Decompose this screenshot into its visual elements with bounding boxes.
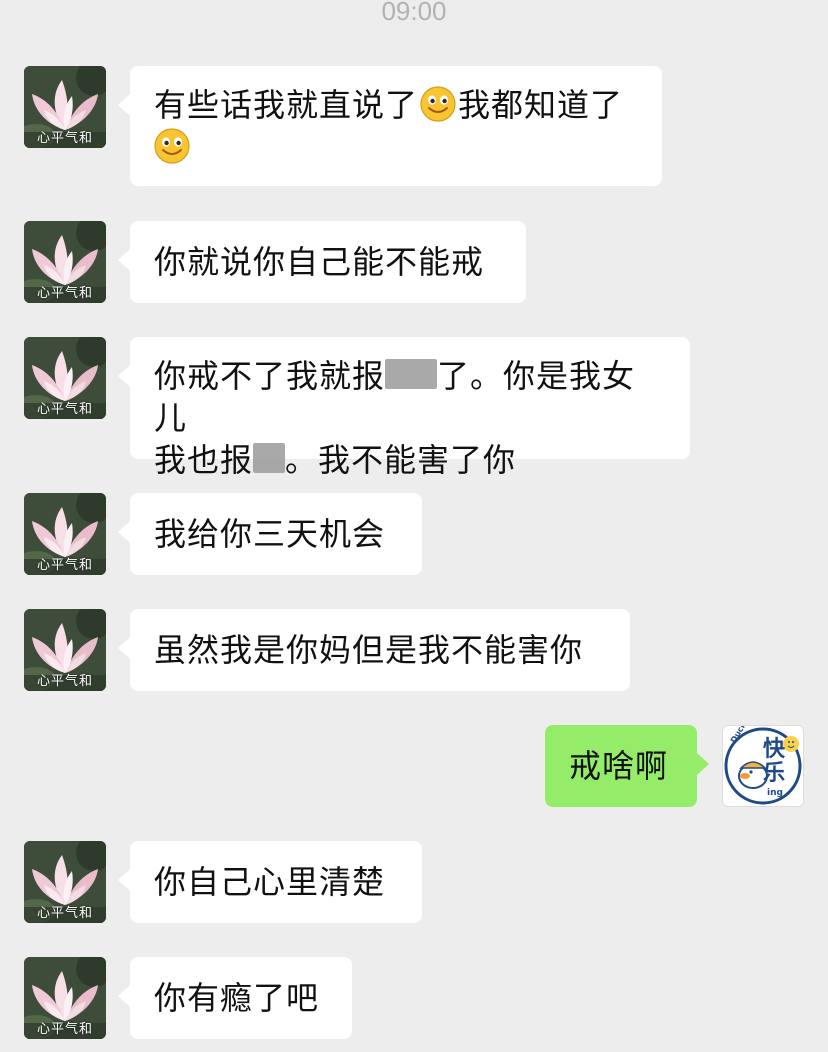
- sticker-badge-text: 快乐: [763, 737, 786, 786]
- message-text: 我都知道了: [458, 86, 624, 124]
- message-text: 你戒不了我就报: [154, 357, 386, 395]
- sticker-suffix-text: ing: [767, 788, 783, 798]
- message-text: 。我不能害了你: [285, 441, 517, 479]
- message-bubble[interactable]: 我给你三天机会: [118, 493, 422, 575]
- avatar-caption: 心平气和: [36, 286, 93, 301]
- contact-avatar[interactable]: 心平气和: [24, 337, 106, 419]
- contact-avatar[interactable]: 心平气和: [24, 841, 106, 923]
- message-text: 你自己心里清楚: [154, 863, 386, 901]
- avatar-caption: 心平气和: [36, 906, 93, 921]
- contact-avatar[interactable]: 心平气和: [24, 609, 106, 691]
- redaction-block: [253, 443, 286, 473]
- message-bubble[interactable]: 你自己心里清楚: [118, 841, 422, 923]
- message-text: 你有瘾了吧: [154, 979, 320, 1017]
- message-text: 戒啥啊: [569, 747, 669, 785]
- message-text: 你就说你自己能不能戒: [154, 243, 485, 281]
- message-bubble[interactable]: 你有瘾了吧: [118, 957, 352, 1039]
- avatar-caption: 心平气和: [36, 558, 93, 573]
- smile-emoji-icon: [154, 128, 190, 164]
- message-bubble[interactable]: 虽然我是你妈但是我不能害你: [118, 609, 630, 691]
- self-avatar[interactable]: Duck Duck 快乐 ing: [722, 725, 804, 807]
- timestamp: 09:00: [381, 0, 447, 26]
- message-bubble[interactable]: 你就说你自己能不能戒: [118, 221, 526, 303]
- message-bubble-outgoing[interactable]: 戒啥啊: [545, 725, 709, 807]
- avatar-caption: 心平气和: [36, 402, 93, 417]
- contact-avatar[interactable]: 心平气和: [24, 66, 106, 148]
- message-text: 我给你三天机会: [154, 515, 386, 553]
- contact-avatar[interactable]: 心平气和: [24, 221, 106, 303]
- contact-avatar[interactable]: 心平气和: [24, 493, 106, 575]
- avatar-caption: 心平气和: [36, 1022, 93, 1037]
- message-bubble[interactable]: 有些话我就直说了 我都知道了: [118, 66, 662, 186]
- message-text: 有些话我就直说了: [154, 86, 419, 124]
- smile-emoji-icon: [420, 86, 456, 122]
- contact-avatar[interactable]: 心平气和: [24, 957, 106, 1039]
- message-text: 虽然我是你妈但是我不能害你: [154, 631, 584, 669]
- message-bubble[interactable]: 你戒不了我就报 了。你是我女儿 我也报 。我不能害了你: [118, 337, 690, 479]
- message-text: 我也报: [154, 441, 254, 479]
- avatar-caption: 心平气和: [36, 674, 93, 689]
- redaction-block: [385, 359, 438, 389]
- avatar-caption: 心平气和: [36, 131, 93, 146]
